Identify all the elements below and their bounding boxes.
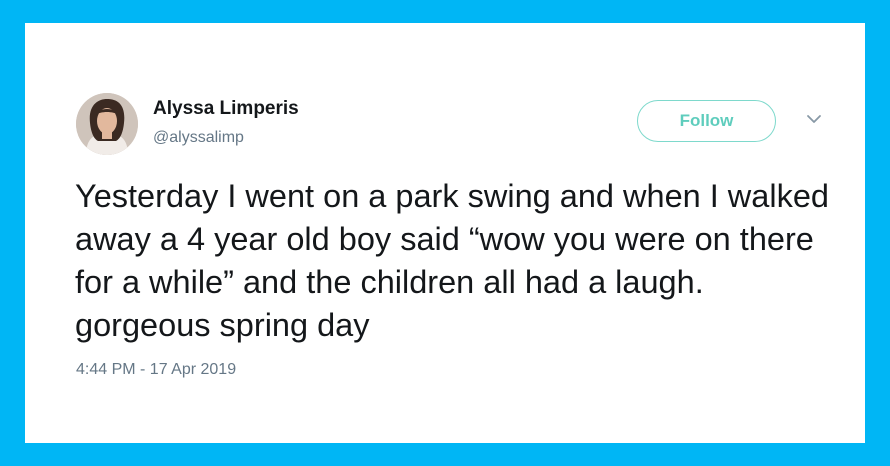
tweet-timestamp[interactable]: 4:44 PM - 17 Apr 2019 — [76, 361, 236, 379]
avatar[interactable] — [76, 93, 138, 155]
follow-button[interactable]: Follow — [637, 100, 776, 142]
tweet-card: Alyssa Limperis @alyssalimp Follow Yeste… — [25, 23, 865, 443]
author-name[interactable]: Alyssa Limperis — [153, 98, 299, 120]
tweet-text: Yesterday I went on a park swing and whe… — [75, 178, 829, 343]
author-handle[interactable]: @alyssalimp — [153, 129, 244, 147]
chevron-down-icon[interactable] — [805, 112, 823, 126]
avatar-image — [76, 93, 138, 155]
